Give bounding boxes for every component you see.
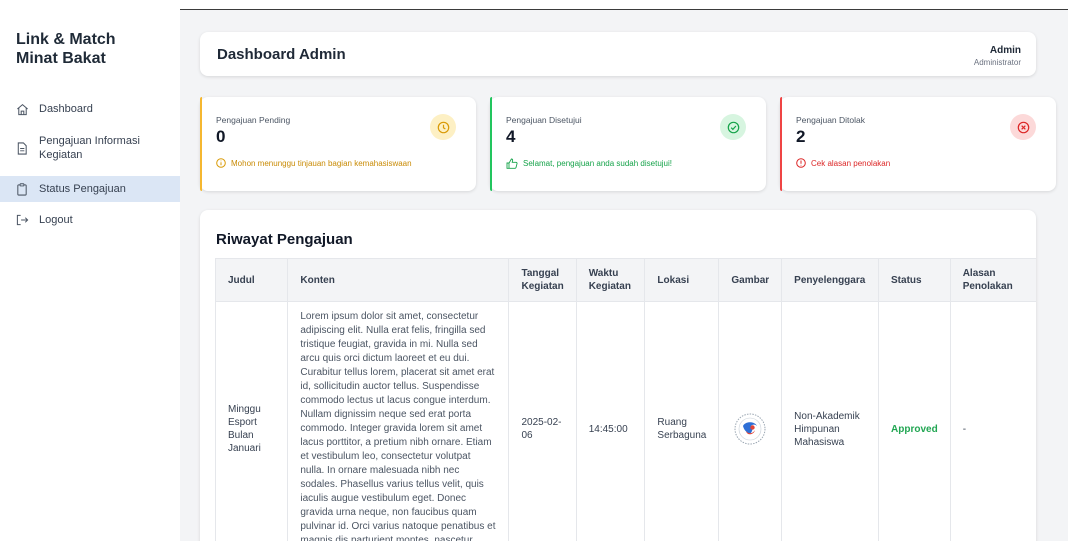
sidebar-item-label-line-2: Kegiatan [39, 149, 83, 161]
col-header-tanggal-line-2: Kegiatan [521, 281, 564, 292]
document-icon [15, 141, 29, 155]
cell-judul-line: Minggu [228, 404, 261, 415]
col-header-judul[interactable]: Judul [214, 258, 289, 302]
stat-note-text: Mohon menunggu tinjauan bagian kemahasis… [231, 158, 412, 168]
header-bar: Dashboard Admin Admin Administrator [200, 32, 1036, 76]
user-name[interactable]: Admin [990, 45, 1021, 56]
cell-alasan: - [949, 301, 1036, 541]
stat-value: 2 [796, 127, 806, 146]
stat-card-approved: Pengajuan Disetujui 4 Selamat, pengajuan… [490, 97, 766, 191]
history-table: Judul Konten Tanggal Kegiatan Waktu Kegiat… [214, 258, 1036, 541]
cell-konten: Lorem ipsum dolor sit amet, consectetur … [287, 301, 510, 541]
cell-judul: Minggu Esport Bulan Januari [214, 301, 289, 541]
clock-icon [430, 114, 456, 140]
col-header-tanggal[interactable]: Tanggal Kegiatan [508, 258, 577, 302]
thumbs-up-icon [506, 158, 518, 169]
stat-accent-bar [200, 97, 202, 191]
table-row: Minggu Esport Bulan Januari Lorem ipsum … [214, 301, 1036, 541]
sidebar-item-label: Status Pengajuan [39, 183, 126, 195]
brand-line-2: Minat Bakat [16, 50, 106, 67]
cell-judul-line: Bulan [228, 430, 254, 441]
stat-card-pending: Pengajuan Pending 0 Mohon menunggu tinja… [200, 97, 476, 191]
page-title: Dashboard Admin [217, 46, 346, 63]
sidebar-item-logout[interactable]: Logout [0, 213, 180, 231]
col-header-waktu-line-1: Waktu [588, 268, 619, 279]
stat-value: 4 [506, 127, 516, 146]
cell-tanggal: 2025-02- 06 [508, 301, 577, 541]
sidebar-item-pengajuan-informasi[interactable]: Pengajuan Informasi Kegiatan [0, 134, 180, 166]
cell-lokasi-line-1: Ruang [657, 417, 687, 428]
stat-title: Pengajuan Pending [216, 115, 291, 125]
clipboard-icon [15, 182, 29, 196]
status-badge: Approved [891, 423, 938, 435]
cell-status: Approved [878, 301, 951, 541]
sidebar-item-label-line-1: Pengajuan Informasi [39, 135, 140, 147]
logout-icon [15, 213, 29, 227]
table-title: Riwayat Pengajuan [216, 231, 353, 248]
stat-value: 0 [216, 127, 226, 146]
x-circle-icon [1010, 114, 1036, 140]
organizer-logo-image[interactable] [733, 412, 767, 446]
stat-card-rejected: Pengajuan Ditolak 2 Cek alasan penolakan [780, 97, 1056, 191]
home-icon [15, 102, 29, 116]
col-header-alasan[interactable]: Alasan Penolakan [949, 258, 1036, 302]
brand-title: Link & Match Minat Bakat [16, 30, 116, 68]
sidebar-item-label: Dashboard [39, 103, 93, 115]
col-header-alasan-line-2: Penolakan [962, 281, 1013, 292]
table-header-row: Judul Konten Tanggal Kegiatan Waktu Kegiat… [214, 258, 1036, 302]
col-header-alasan-line-1: Alasan [962, 268, 996, 279]
cell-judul-line: Januari [228, 443, 261, 454]
cell-tanggal-line-1: 2025-02- [521, 417, 562, 428]
info-icon [216, 158, 226, 168]
col-header-gambar[interactable]: Gambar [718, 258, 783, 302]
cell-judul-line: Esport [228, 417, 257, 428]
cell-penyelenggara: Non-Akademik Himpunan Mahasiswa [781, 301, 880, 541]
stat-note: Cek alasan penolakan [796, 158, 890, 168]
stat-accent-bar [780, 97, 782, 191]
cell-tanggal-line-2: 06 [521, 430, 533, 441]
alert-icon [796, 158, 806, 168]
sidebar-item-status-pengajuan[interactable]: Status Pengajuan [0, 176, 180, 202]
cell-lokasi-line-2: Serbaguna [657, 430, 707, 441]
stat-note: Selamat, pengajuan anda sudah disetujui! [506, 158, 672, 169]
stat-title: Pengajuan Disetujui [506, 115, 582, 125]
cell-penyelenggara-line: Non-Akademik [794, 410, 860, 422]
sidebar-item-label: Logout [39, 214, 73, 226]
col-header-waktu[interactable]: Waktu Kegiatan [575, 258, 646, 302]
col-header-waktu-line-2: Kegiatan [588, 281, 631, 292]
main-content: Dashboard Admin Admin Administrator Peng… [180, 10, 1068, 541]
sidebar: Link & Match Minat Bakat Dashboard Penga… [0, 10, 180, 541]
brand-line-1: Link & Match [16, 31, 116, 48]
col-header-lokasi[interactable]: Lokasi [644, 258, 720, 302]
col-header-status[interactable]: Status [878, 258, 951, 302]
cell-penyelenggara-line: Himpunan [794, 423, 840, 435]
col-header-penyelenggara[interactable]: Penyelenggara [781, 258, 880, 302]
stat-note: Mohon menunggu tinjauan bagian kemahasis… [216, 158, 412, 168]
cell-lokasi: Ruang Serbaguna [644, 301, 720, 541]
check-circle-icon [720, 114, 746, 140]
sidebar-item-dashboard[interactable]: Dashboard [0, 102, 180, 120]
cell-waktu: 14:45:00 [575, 301, 646, 541]
col-header-konten[interactable]: Konten [287, 258, 510, 302]
col-header-tanggal-line-1: Tanggal [521, 268, 560, 279]
stat-note-text: Cek alasan penolakan [811, 158, 891, 168]
history-table-card: Riwayat Pengajuan Judul Konten Tanggal Ke… [200, 210, 1036, 541]
stat-title: Pengajuan Ditolak [796, 115, 865, 125]
cell-gambar [718, 301, 783, 541]
sidebar-item-label: Pengajuan Informasi Kegiatan [39, 134, 140, 162]
cell-penyelenggara-line: Mahasiswa [794, 436, 845, 448]
stat-accent-bar [490, 97, 492, 191]
stat-note-text: Selamat, pengajuan anda sudah disetujui! [523, 159, 672, 168]
user-role: Administrator [973, 58, 1021, 67]
